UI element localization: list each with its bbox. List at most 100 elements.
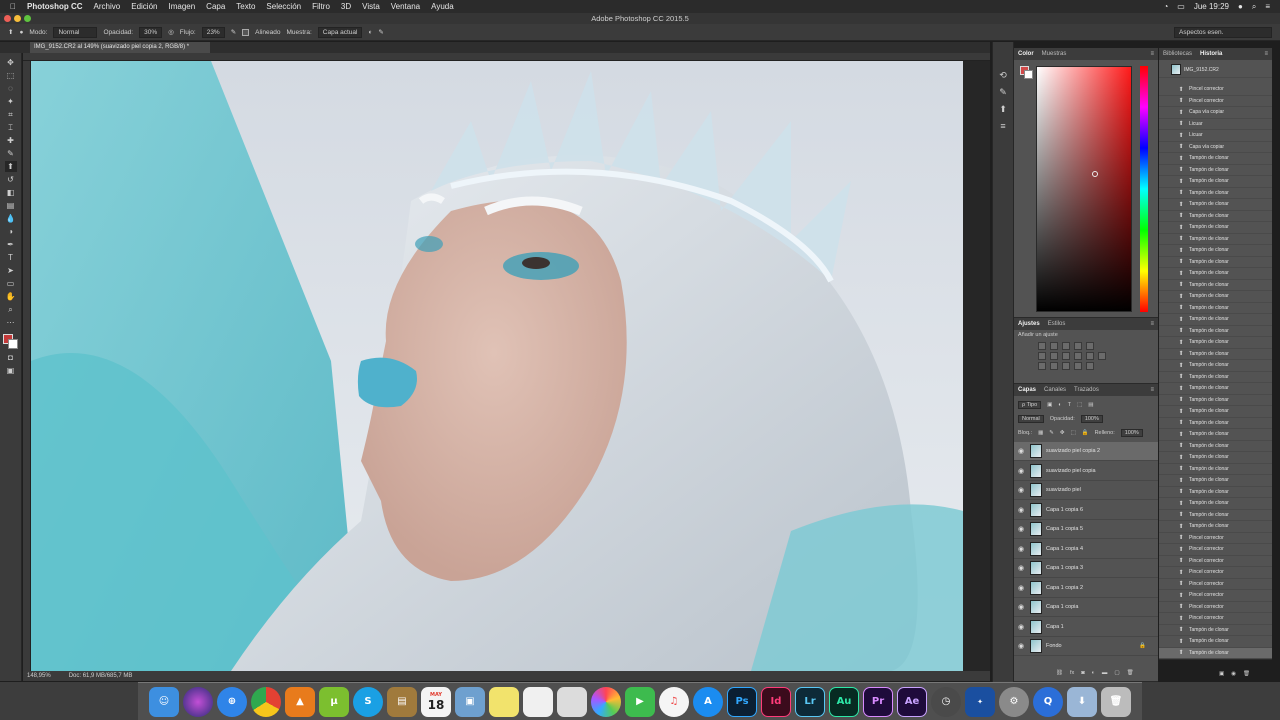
menu-edicion[interactable]: Edición (131, 2, 157, 11)
history-state[interactable]: ⬆ Tampón de clonar (1159, 475, 1272, 487)
history-state[interactable]: ⬆ Tampón de clonar (1159, 291, 1272, 303)
history-state[interactable]: ⬆ Tampón de clonar (1159, 418, 1272, 429)
lock-position-icon[interactable]: ✥ (1060, 430, 1065, 436)
delete-state-icon[interactable]: 🗑 (1243, 671, 1250, 677)
tab-swatches[interactable]: Muestras (1042, 51, 1067, 57)
layer-row[interactable]: ◉ Capa 1 copia 2 (1014, 579, 1158, 598)
dock-trash-icon[interactable]: 🗑 (1101, 686, 1131, 717)
history-state[interactable]: ⬆ Tampón de clonar (1159, 234, 1272, 245)
battery-icon[interactable]: ▭ (1177, 2, 1185, 11)
history-state[interactable]: ⬆ Tampón de clonar (1159, 165, 1272, 176)
layer-row[interactable]: ◉ Capa 1 copia 3 (1014, 559, 1158, 578)
tab-paths[interactable]: Trazados (1074, 387, 1099, 393)
history-panel-icon[interactable]: ⟲ (999, 70, 1007, 81)
dock-preview-icon[interactable]: ▣ (455, 686, 485, 717)
gradient-tool-icon[interactable]: ▤ (5, 200, 17, 211)
exposure-icon[interactable] (1074, 342, 1082, 350)
new-group-icon[interactable]: ▬ (1102, 670, 1108, 676)
dock-audition-icon[interactable]: Au (829, 686, 859, 717)
eraser-tool-icon[interactable]: ◧ (5, 187, 17, 198)
shape-tool-icon[interactable]: ▭ (5, 278, 17, 289)
vibrance-icon[interactable] (1086, 342, 1094, 350)
new-document-from-state-icon[interactable]: ▣ (1219, 671, 1224, 677)
dock-itunes-icon[interactable]: ♫ (659, 686, 689, 717)
blend-mode-select[interactable]: Normal (1018, 415, 1044, 423)
hand-tool-icon[interactable]: ✋ (5, 291, 17, 302)
more-tools-icon[interactable]: ⋯ (5, 317, 17, 328)
eyedropper-tool-icon[interactable]: ⌶ (5, 122, 17, 133)
layer-row[interactable]: ◉ Fondo 🔒 (1014, 637, 1158, 656)
history-state[interactable]: ⬆ Capa vía copiar (1159, 142, 1272, 153)
curves-icon[interactable] (1062, 342, 1070, 350)
quick-mask-icon[interactable]: ◘ (5, 352, 17, 363)
history-state[interactable]: ⬆ Tampón de clonar (1159, 406, 1272, 418)
apple-icon[interactable]:  (10, 2, 16, 11)
document-tab[interactable]: IMG_9152.CR2 al 149% (suavizado piel cop… (30, 42, 210, 53)
dock-lightroom-icon[interactable]: Lr (795, 686, 825, 717)
filter-adjustment-icon[interactable]: ◐ (1058, 402, 1061, 408)
dock-indesign-icon[interactable]: Id (761, 686, 791, 717)
visibility-eye-icon[interactable]: ◉ (1014, 564, 1028, 572)
pressure-size-icon[interactable]: ✎ (378, 28, 383, 36)
history-state[interactable]: ⬆ Tampón de clonar (1159, 257, 1272, 268)
workspace-select[interactable]: Aspectos esen. (1174, 27, 1272, 38)
hue-saturation-icon[interactable] (1038, 352, 1046, 360)
color-balance-icon[interactable] (1050, 352, 1058, 360)
tab-history[interactable]: Historia (1200, 51, 1222, 57)
new-adjustment-layer-icon[interactable]: ◐ (1092, 670, 1095, 676)
history-state[interactable]: ⬆ Tampón de clonar (1159, 268, 1272, 280)
visibility-eye-icon[interactable]: ◉ (1014, 486, 1028, 494)
history-state[interactable]: ⬆ Tampón de clonar (1159, 498, 1272, 510)
layer-style-icon[interactable]: fx (1070, 670, 1074, 676)
tab-adjustments[interactable]: Ajustes (1018, 321, 1040, 327)
dock-vlc-icon[interactable]: ▲ (285, 686, 315, 717)
history-state[interactable]: ⬆ Tampón de clonar (1159, 222, 1272, 234)
dock-clock-icon[interactable]: ◷ (931, 686, 961, 717)
clone-stamp-tool-icon[interactable]: ⬆ (8, 28, 13, 36)
crop-tool-icon[interactable]: ⌗ (5, 109, 17, 120)
history-state[interactable]: ⬆ Tampón de clonar (1159, 395, 1272, 406)
history-snapshot[interactable]: IMG_9152.CR2 (1159, 62, 1272, 78)
properties-panel-icon[interactable]: ≡ (1000, 121, 1005, 131)
dock-appstore-icon[interactable]: A (693, 686, 723, 717)
history-state[interactable]: ⬆ Tampón de clonar (1159, 441, 1272, 452)
history-state[interactable]: ⬆ Pincel corrector (1159, 613, 1272, 625)
healing-brush-tool-icon[interactable]: ✚ (5, 135, 17, 146)
history-state[interactable]: ⬆ Tampón de clonar (1159, 429, 1272, 441)
photo-filter-icon[interactable] (1074, 352, 1082, 360)
history-state[interactable]: ⬆ Tampón de clonar (1159, 372, 1272, 383)
clock[interactable]: Jue 19:29 (1194, 2, 1229, 11)
history-state[interactable]: ⬆ Tampón de clonar (1159, 326, 1272, 337)
type-tool-icon[interactable]: T (5, 252, 17, 263)
levels-icon[interactable] (1050, 342, 1058, 350)
layer-row[interactable]: ◉ Capa 1 (1014, 618, 1158, 637)
screen-mode-icon[interactable]: ▣ (5, 365, 17, 376)
blur-tool-icon[interactable]: 💧 (5, 213, 17, 224)
pen-tool-icon[interactable]: ✒ (5, 239, 17, 250)
history-state[interactable]: ⬆ Pincel corrector (1159, 84, 1272, 96)
panel-menu-icon[interactable]: ≡ (1264, 51, 1268, 57)
layer-row[interactable]: ◉ Capa 1 copia 4 (1014, 540, 1158, 559)
channel-mixer-icon[interactable] (1086, 352, 1094, 360)
visibility-eye-icon[interactable]: ◉ (1014, 603, 1028, 611)
history-state[interactable]: ⬆ Tampón de clonar (1159, 337, 1272, 349)
dock-utorrent-icon[interactable]: μ (319, 686, 349, 717)
dock-battlenet-icon[interactable]: ✦ (965, 686, 995, 717)
zoom-tool-icon[interactable]: ⌕ (5, 304, 17, 315)
menu-vista[interactable]: Vista (362, 2, 380, 11)
close-window-button[interactable] (4, 15, 11, 22)
dock-calendar-icon[interactable]: MAY 18 (421, 686, 451, 717)
opacity-input[interactable]: 30% (139, 26, 163, 38)
threshold-icon[interactable] (1062, 362, 1070, 370)
history-state[interactable]: ⬆ Tampón de clonar (1159, 510, 1272, 521)
dock-after-effects-icon[interactable]: Ae (897, 686, 927, 717)
brush-panel-icon[interactable]: ✎ (999, 87, 1007, 98)
visibility-eye-icon[interactable]: ◉ (1014, 525, 1028, 533)
panel-menu-icon[interactable]: ≡ (1150, 321, 1154, 327)
dock-system-preferences-icon[interactable]: ⚙ (999, 686, 1029, 717)
lock-all-icon[interactable]: 🔒 (1082, 430, 1089, 436)
clone-source-panel-icon[interactable]: ⬆ (999, 104, 1007, 115)
layer-row[interactable]: ◉ suavizado piel (1014, 481, 1158, 500)
color-lookup-icon[interactable] (1098, 352, 1106, 360)
zoom-window-button[interactable] (24, 15, 31, 22)
